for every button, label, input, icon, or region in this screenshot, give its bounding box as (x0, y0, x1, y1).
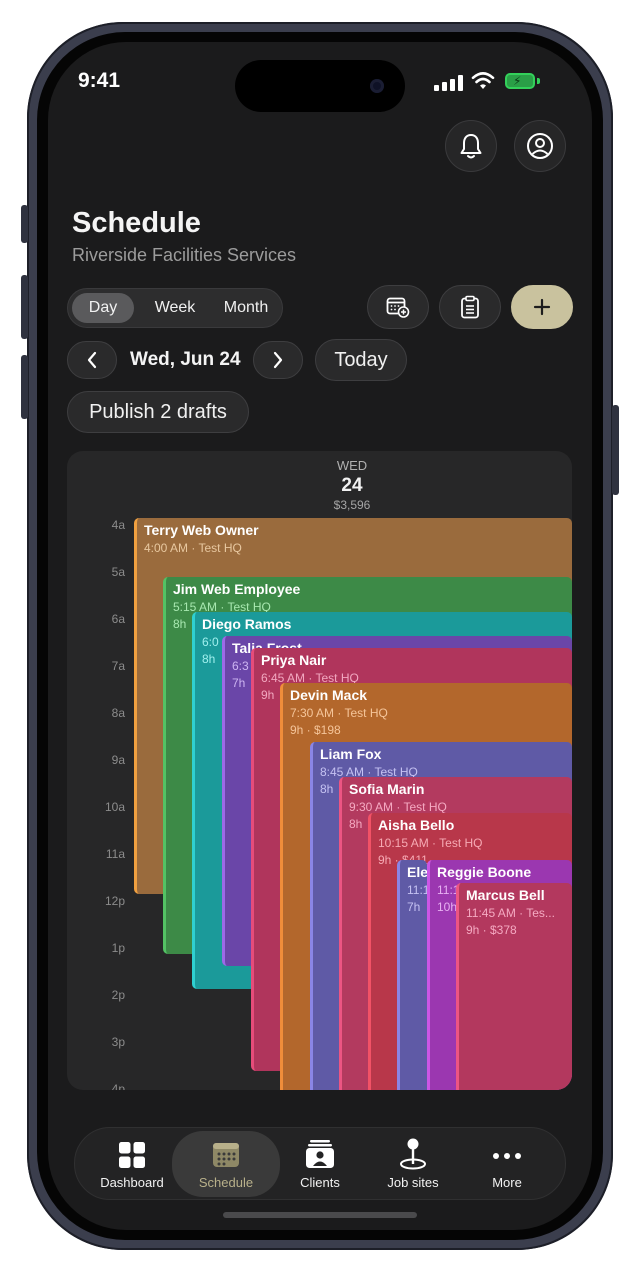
day-schedule: WED 24 $3,596 4a 5a 6a 7a 8a 9a 10a 11a 12p 1p 2p 3… (67, 451, 572, 1090)
today-label: Today (334, 348, 388, 371)
hour-label: 4a (111, 518, 125, 532)
tab-more-label: More (492, 1175, 522, 1190)
view-toggle: Day Week Month (67, 288, 283, 328)
shift-employee-name: Terry Web Owner (144, 522, 259, 538)
hour-label: 11a (105, 847, 125, 861)
contact-card-icon (306, 1140, 334, 1168)
status-time: 9:41 (78, 69, 121, 92)
tab-dashboard-label: Dashboard (100, 1175, 164, 1190)
clipboard-button[interactable] (439, 285, 501, 329)
cellular-signal-icon (434, 75, 464, 91)
plus-icon (533, 298, 551, 316)
tab-schedule-label: Schedule (198, 1175, 254, 1190)
home-indicator (223, 1212, 417, 1218)
next-day-button[interactable] (253, 341, 303, 379)
hour-label: 12p (104, 894, 125, 908)
wifi-icon (471, 72, 495, 89)
battery-tip (537, 78, 540, 84)
tab-job-sites[interactable]: Job sites (361, 1133, 465, 1195)
hour-label: 1p (111, 941, 125, 955)
shift-employee-name: Diego Ramos (202, 616, 292, 632)
tab-more[interactable]: More (455, 1133, 559, 1195)
view-month-button[interactable]: Month (212, 293, 280, 323)
shift-employee-name: Jim Web Employee (173, 581, 301, 597)
tab-dashboard[interactable]: Dashboard (80, 1133, 184, 1195)
day-total: $3,596 (333, 498, 371, 512)
shift-start-location: 9:30 AM · Test HQ (349, 800, 447, 814)
user-circle-icon (527, 133, 553, 159)
calendar-add-icon (386, 297, 410, 318)
page-title: Schedule (72, 207, 201, 239)
grid-icon (119, 1142, 145, 1168)
shift-start-location: 10:15 AM · Test HQ (378, 836, 483, 850)
shift-employee-name: Reggie Boone (437, 864, 532, 880)
camera-icon (370, 79, 384, 93)
shift-employee-name: Aisha Bello (378, 817, 455, 833)
notifications-button[interactable] (445, 120, 497, 172)
hour-label: 9a (111, 753, 125, 767)
shift-employee-name: Priya Nair (261, 652, 327, 668)
today-button[interactable]: Today (315, 339, 407, 381)
shift-duration-cost: 7h (407, 900, 421, 914)
shift-employee-name: Devin Mack (290, 687, 368, 703)
clipboard-icon (461, 295, 479, 319)
hour-label: 7a (111, 659, 125, 673)
power-button (612, 405, 619, 495)
hour-label: 10a (104, 800, 125, 814)
shift-start-location: 11:1 (407, 883, 427, 897)
hour-label: 8a (111, 706, 125, 720)
tab-clients[interactable]: Clients (268, 1133, 372, 1195)
dynamic-island (235, 60, 405, 112)
day-date: 24 (341, 475, 363, 496)
hour-label: 5a (111, 565, 125, 579)
map-pin-icon (400, 1138, 426, 1170)
publish-drafts-label: Publish 2 drafts (89, 400, 227, 423)
shift-employee-name: Ele (407, 864, 427, 880)
publish-drafts-button[interactable]: Publish 2 drafts (67, 391, 249, 433)
shift-start-location: 7:30 AM · Test HQ (290, 706, 388, 720)
hour-label: 6a (111, 612, 125, 626)
shift-duration-cost: 9h · $198 (290, 723, 341, 737)
action-button (21, 205, 28, 243)
hour-label: 2p (111, 988, 125, 1002)
view-week-button[interactable]: Week (140, 293, 210, 323)
tab-clients-label: Clients (300, 1175, 340, 1190)
shift-duration-cost: 9h · $378 (466, 923, 517, 937)
day-weekday: WED (336, 458, 368, 473)
tab-schedule[interactable]: Schedule (172, 1131, 280, 1197)
profile-button[interactable] (514, 120, 566, 172)
shift-block[interactable]: Ele 11:1 7h (397, 860, 427, 1090)
charging-bolt-icon: ⚡ (513, 74, 522, 88)
view-day-button[interactable]: Day (72, 293, 134, 323)
previous-day-button[interactable] (67, 341, 117, 379)
company-name: Riverside Facilities Services (72, 245, 297, 265)
shift-employee-name: Liam Fox (320, 746, 382, 762)
shift-employee-name: Marcus Bell (466, 887, 545, 903)
chevron-right-icon (273, 351, 283, 369)
shift-employee-name: Sofia Marin (349, 781, 425, 797)
shift-block[interactable]: Marcus Bell 11:45 AM · Tes... 9h · $378 (456, 883, 572, 1090)
add-shift-button[interactable] (511, 285, 573, 329)
hour-label: 4p (111, 1082, 125, 1090)
current-date: Wed, Jun 24 (130, 349, 241, 370)
shift-start-location: 11:45 AM · Tes... (466, 906, 555, 920)
calendar-icon (213, 1143, 239, 1167)
volume-up-button (21, 275, 28, 339)
shift-start-location: 4:00 AM · Test HQ (144, 541, 242, 555)
more-dots-icon (493, 1153, 521, 1159)
volume-down-button (21, 355, 28, 419)
bell-icon (460, 134, 482, 159)
chevron-left-icon (87, 351, 97, 369)
add-calendar-button[interactable] (367, 285, 429, 329)
tab-job-sites-label: Job sites (387, 1175, 439, 1190)
hour-label: 3p (111, 1035, 125, 1049)
